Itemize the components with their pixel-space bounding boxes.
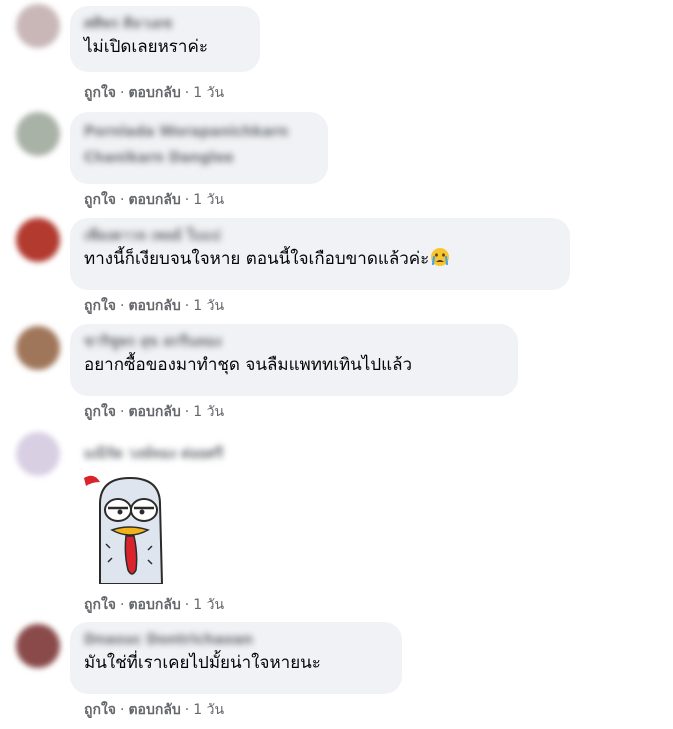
comment-text: ไม่เปิดเลยหราค่ะ	[84, 37, 208, 57]
avatar[interactable]	[16, 112, 60, 156]
separator: ·	[120, 597, 125, 613]
tagged-name[interactable]: Chanikarn Danglee	[84, 148, 314, 168]
commenter-name[interactable]: Dnasuc Dontrichaoan	[84, 630, 388, 650]
separator: ·	[184, 298, 190, 314]
commenter-name[interactable]: มณีรัต วงษ์ทอง ต่อยศรี	[84, 444, 223, 464]
reply-link[interactable]: ตอบกลับ	[128, 702, 180, 718]
separator: ·	[184, 85, 190, 101]
timestamp[interactable]: 1 วัน	[193, 298, 224, 314]
comment-actions: ถูกใจ · ตอบกลับ · 1 วัน	[84, 84, 224, 102]
commenter-name[interactable]: เพียงดาวจ เพลย์ ใบแป	[84, 226, 556, 246]
like-link[interactable]: ถูกใจ	[84, 597, 116, 613]
separator: ·	[184, 404, 190, 420]
comment-actions: ถูกใจ · ตอบกลับ · 1 วัน	[84, 596, 224, 614]
comment-bubble: Pornlada Worapanichkarn Chanikarn Dangle…	[70, 112, 328, 184]
timestamp[interactable]: 1 วัน	[193, 85, 224, 101]
timestamp[interactable]: 1 วัน	[193, 597, 224, 613]
avatar[interactable]	[16, 432, 60, 476]
comment-bubble: เพียงดาวจ เพลย์ ใบแป ทางนี้ก็เงียบจนใจหา…	[70, 218, 570, 290]
separator: ·	[184, 702, 190, 718]
timestamp[interactable]: 1 วัน	[193, 702, 224, 718]
comment-text: ทางนี้ก็เงียบจนใจหาย ตอนนี้ใจเกือบขาดแล้…	[84, 246, 556, 272]
avatar[interactable]	[16, 624, 60, 668]
avatar[interactable]	[16, 218, 60, 262]
timestamp[interactable]: 1 วัน	[193, 404, 224, 420]
separator: ·	[184, 192, 190, 208]
commenter-name[interactable]: Pornlada Worapanichkarn	[84, 122, 314, 142]
comment-bubble: Dnasuc Dontrichaoan มันใช่ที่เราเคยไปมั้…	[70, 622, 402, 694]
comment-bubble: ชาริชูพร สุข สกรีนทอง อยากซื้อของมาทำชุด…	[70, 324, 518, 396]
comment-actions: ถูกใจ · ตอบกลับ · 1 วัน	[84, 701, 224, 719]
separator: ·	[120, 298, 125, 314]
avatar[interactable]	[16, 326, 60, 370]
reply-link[interactable]: ตอบกลับ	[128, 298, 180, 314]
avatar[interactable]	[16, 4, 60, 48]
like-link[interactable]: ถูกใจ	[84, 85, 116, 101]
comment-bubble: ศศิพร ศิลาเดช ไม่เปิดเลยหราค่ะ	[70, 6, 260, 72]
reply-link[interactable]: ตอบกลับ	[128, 85, 180, 101]
separator: ·	[184, 597, 190, 613]
separator: ·	[120, 85, 125, 101]
timestamp[interactable]: 1 วัน	[193, 192, 224, 208]
like-link[interactable]: ถูกใจ	[84, 404, 116, 420]
comment-actions: ถูกใจ · ตอบกลับ · 1 วัน	[84, 191, 224, 209]
comment-text: มันใช่ที่เราเคยไปมั้ยน่าใจหายนะ	[84, 653, 321, 673]
crying-face-icon	[429, 247, 451, 267]
separator: ·	[120, 702, 125, 718]
comment-actions: ถูกใจ · ตอบกลับ · 1 วัน	[84, 297, 224, 315]
separator: ·	[120, 404, 125, 420]
like-link[interactable]: ถูกใจ	[84, 702, 116, 718]
chicken-sticker[interactable]	[82, 474, 166, 584]
like-link[interactable]: ถูกใจ	[84, 192, 116, 208]
comment-text-content: ทางนี้ก็เงียบจนใจหาย ตอนนี้ใจเกือบขาดแล้…	[84, 249, 430, 269]
reply-link[interactable]: ตอบกลับ	[128, 192, 180, 208]
reply-link[interactable]: ตอบกลับ	[128, 597, 180, 613]
commenter-name[interactable]: ชาริชูพร สุข สกรีนทอง	[84, 332, 504, 352]
commenter-name[interactable]: ศศิพร ศิลาเดช	[84, 14, 246, 34]
reply-link[interactable]: ตอบกลับ	[128, 404, 180, 420]
comment-text: อยากซื้อของมาทำชุด จนลืมแพททเทินไปแล้ว	[84, 355, 413, 375]
comment-actions: ถูกใจ · ตอบกลับ · 1 วัน	[84, 403, 224, 421]
like-link[interactable]: ถูกใจ	[84, 298, 116, 314]
separator: ·	[120, 192, 125, 208]
